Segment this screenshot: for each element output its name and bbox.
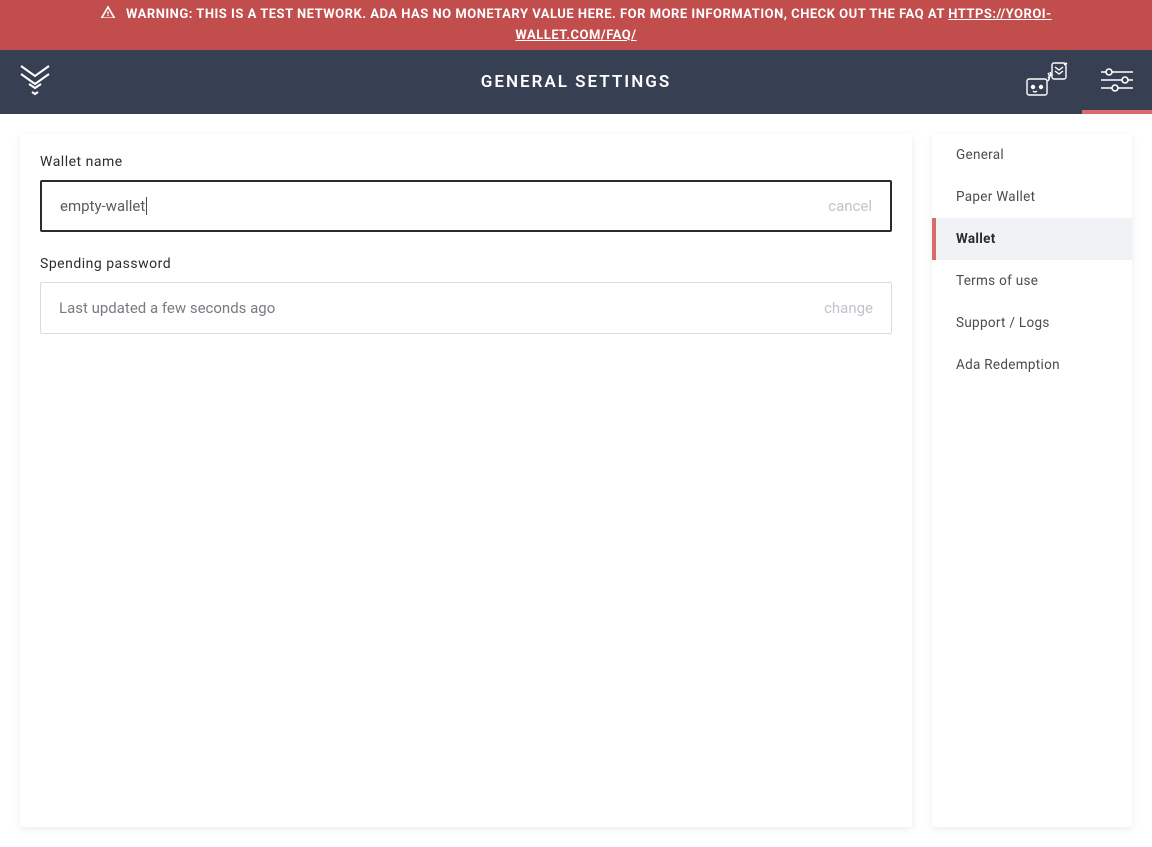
main-panel: Wallet name empty-wallet cancel Spending…	[20, 134, 912, 827]
spending-password-label: Spending password	[40, 256, 892, 272]
settings-sliders-icon	[1101, 68, 1133, 96]
topbar: GENERAL SETTINGS	[0, 50, 1152, 114]
sidebar-item-ada-redemption[interactable]: Ada Redemption	[932, 344, 1132, 386]
layout: Wallet name empty-wallet cancel Spending…	[0, 114, 1152, 847]
spending-password-field[interactable]: Last updated a few seconds ago change	[40, 282, 892, 334]
page-title: GENERAL SETTINGS	[0, 50, 1152, 114]
wallet-name-input[interactable]: empty-wallet	[60, 197, 145, 215]
warning-icon	[100, 7, 126, 22]
wallet-name-label: Wallet name	[40, 154, 892, 170]
sidebar-item-label: Terms of use	[956, 273, 1038, 289]
wallets-icon	[1026, 61, 1068, 103]
sidebar-item-terms-of-use[interactable]: Terms of use	[932, 260, 1132, 302]
sidebar-item-wallet[interactable]: Wallet	[932, 218, 1132, 260]
spending-password-status: Last updated a few seconds ago	[59, 299, 812, 317]
settings-button[interactable]	[1082, 50, 1152, 114]
wallet-name-cancel[interactable]: cancel	[828, 197, 872, 215]
warning-text: WARNING: THIS IS A TEST NETWORK. ADA HAS…	[126, 7, 948, 22]
sidebar-item-label: Wallet	[956, 231, 996, 247]
warning-banner: WARNING: THIS IS A TEST NETWORK. ADA HAS…	[0, 0, 1152, 50]
sidebar-item-general[interactable]: General	[932, 134, 1132, 176]
sidebar-item-label: General	[956, 147, 1004, 163]
sidebar-item-label: Ada Redemption	[956, 357, 1060, 373]
wallets-button[interactable]	[1012, 50, 1082, 114]
sidebar-item-support-logs[interactable]: Support / Logs	[932, 302, 1132, 344]
yoroi-logo-icon	[19, 62, 51, 102]
sidebar-item-label: Support / Logs	[956, 315, 1050, 331]
sidebar-item-paper-wallet[interactable]: Paper Wallet	[932, 176, 1132, 218]
wallet-name-field[interactable]: empty-wallet cancel	[40, 180, 892, 232]
sidebar-item-label: Paper Wallet	[956, 189, 1035, 205]
settings-sidebar: General Paper Wallet Wallet Terms of use…	[932, 134, 1132, 827]
text-caret	[146, 197, 147, 215]
app-logo[interactable]	[0, 50, 70, 114]
spending-password-change[interactable]: change	[824, 299, 873, 317]
